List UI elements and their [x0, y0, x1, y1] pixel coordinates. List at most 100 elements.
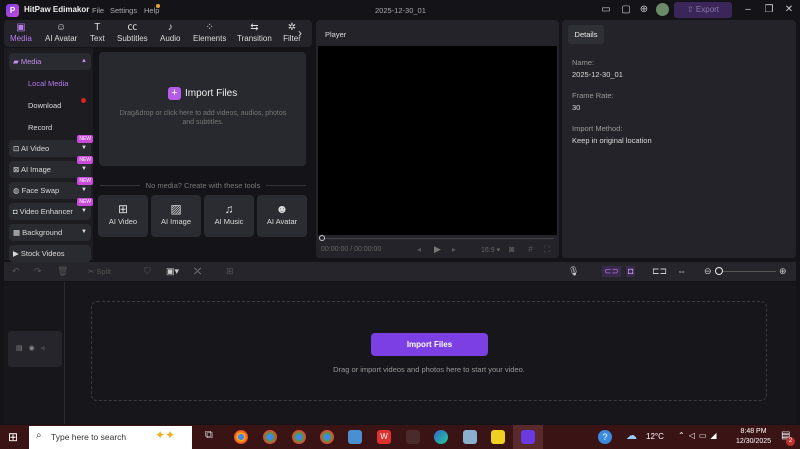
sidebar-item-download[interactable]: Download: [28, 101, 61, 110]
snapshot-icon[interactable]: ◙: [509, 244, 514, 254]
zoom-slider[interactable]: [720, 271, 776, 272]
zoom-in-icon[interactable]: ⊕: [779, 266, 787, 277]
layout-icon[interactable]: ▭: [600, 4, 612, 16]
avatar[interactable]: [656, 3, 669, 16]
split-track-icon[interactable]: ⊏⊐: [652, 266, 667, 277]
sidebar-item-stock-videos[interactable]: ▶ Stock Videos: [9, 245, 91, 262]
system-tray-icons[interactable]: ⌃◁▭◢: [678, 431, 721, 440]
audio-icon: ♪: [167, 22, 173, 33]
grid-icon[interactable]: #: [528, 244, 533, 254]
sticky-notes-icon[interactable]: [491, 430, 505, 444]
sidebar-item-face-swap[interactable]: ◍ Face Swap NEW ▼: [9, 177, 93, 199]
zoom-slider-handle[interactable]: [715, 267, 723, 275]
sidebar-label: Background: [22, 228, 63, 237]
task-view-icon[interactable]: ⧉: [205, 429, 213, 442]
sidebar-item-record[interactable]: Record: [28, 123, 52, 132]
microphone-icon[interactable]: 🎙: [568, 266, 579, 277]
tab-text[interactable]: T Text: [90, 22, 105, 43]
ai-music-tool[interactable]: ♫ AI Music: [204, 195, 254, 237]
prev-frame-icon[interactable]: ◂: [417, 245, 421, 254]
import-method-label: Import Method:: [572, 124, 623, 133]
sidebar-item-ai-video[interactable]: ⊡ AI Video NEW ▼: [9, 135, 93, 157]
play-icon[interactable]: ▶: [434, 244, 441, 255]
weather-icon[interactable]: ☁: [626, 429, 637, 442]
app-icon[interactable]: [406, 430, 420, 444]
download-red-dot: [81, 98, 86, 103]
copilot-sparkle-icon[interactable]: ✦✦: [155, 428, 175, 442]
sidebar-label: AI Video: [20, 144, 50, 153]
sidebar-label: AI Image: [20, 165, 51, 174]
chevron-up-icon: ▲: [81, 58, 87, 64]
sidebar-item-ai-image[interactable]: ⊠ AI Image NEW ▼: [9, 156, 93, 178]
snap-icon[interactable]: ◘: [626, 266, 636, 277]
ai-image-tool[interactable]: ▨ AI Image: [151, 195, 201, 237]
sidebar-item-background[interactable]: ▦ Background ▼: [9, 224, 91, 241]
aspect-ratio-value: 16:9: [481, 247, 495, 254]
import-hint: Drag&drop or click here to add videos, a…: [119, 110, 287, 126]
chrome-icon[interactable]: [234, 430, 248, 444]
wps-icon[interactable]: W: [377, 430, 391, 444]
remove-gap-icon[interactable]: ⤫: [194, 266, 201, 277]
menu-settings[interactable]: Settings: [110, 6, 137, 15]
media-icon: ▣: [16, 22, 26, 33]
sidebar-item-local-media[interactable]: Local Media: [28, 79, 68, 88]
tab-details[interactable]: Details: [568, 25, 604, 44]
clock[interactable]: 8:48 PM 12/30/2025: [736, 427, 771, 447]
playback-scrubber[interactable]: [322, 238, 554, 239]
windows-start-icon[interactable]: ⊞: [8, 430, 18, 444]
scrubber-handle[interactable]: [319, 235, 325, 241]
tab-subtitles[interactable]: ㏄ Subtitles: [117, 22, 148, 43]
tool-label: AI Avatar: [266, 217, 298, 226]
chrome-profile-icon[interactable]: [263, 430, 277, 444]
tab-audio[interactable]: ♪ Audio: [160, 22, 180, 43]
link-icon[interactable]: ⊂⊃: [602, 266, 622, 277]
import-files-title[interactable]: Import Files: [185, 88, 237, 99]
sidebar-label: Video Enhancer: [19, 207, 73, 216]
fullscreen-icon[interactable]: ⛶: [544, 244, 550, 255]
search-icon: ⌕: [36, 430, 42, 441]
next-frame-icon[interactable]: ▸: [452, 245, 456, 254]
delete-icon[interactable]: 🗑: [57, 266, 68, 277]
menu-file[interactable]: File: [92, 6, 104, 15]
chevron-down-icon: ▼: [81, 145, 87, 151]
export-button[interactable]: ⇧ Export: [674, 2, 732, 18]
marker-icon[interactable]: ⛉: [144, 266, 151, 277]
zoom-out-icon[interactable]: ⊖: [704, 266, 712, 277]
sidebar-item-media[interactable]: ▰ Media ▲: [9, 53, 91, 70]
undo-icon[interactable]: ↶: [12, 266, 20, 277]
help-icon[interactable]: ?: [598, 430, 612, 444]
split-button[interactable]: ✂ Split: [88, 266, 111, 277]
aspect-ratio-select[interactable]: 16:9 ▾: [481, 246, 500, 254]
tab-ai-avatar[interactable]: ☺ AI Avatar: [45, 22, 77, 43]
download-icon[interactable]: ⊕: [638, 4, 650, 16]
close-icon[interactable]: ✕: [783, 4, 795, 16]
ai-video-tool[interactable]: ⊞ AI Video: [98, 195, 148, 237]
timeline-import-button[interactable]: Import Files: [371, 333, 488, 356]
media-sidebar: ▰ Media ▲ Local Media Download Record ⊡ A…: [4, 48, 93, 262]
app-icon[interactable]: [463, 430, 477, 444]
fit-icon[interactable]: ⇔: [677, 266, 686, 277]
minimize-icon[interactable]: –: [742, 4, 754, 16]
track-visibility-icon[interactable]: ◉: [29, 345, 41, 352]
tab-elements[interactable]: ⁘ Elements: [193, 22, 226, 43]
track-mute-icon[interactable]: ◃: [41, 345, 51, 352]
sidebar-item-video-enhancer[interactable]: ◘ Video Enhancer NEW ▼: [9, 198, 93, 220]
redo-icon[interactable]: ↷: [34, 266, 42, 277]
temperature[interactable]: 12°C: [646, 432, 664, 441]
edge-icon[interactable]: [434, 430, 448, 444]
add-track-icon[interactable]: ⊞: [226, 266, 234, 277]
restore-icon[interactable]: ❐: [763, 4, 775, 16]
feedback-icon[interactable]: ▢: [620, 4, 632, 16]
track-lock-icon[interactable]: ▤: [16, 345, 29, 352]
chrome-profile-icon[interactable]: [292, 430, 306, 444]
plus-icon: +: [168, 87, 181, 100]
tab-media[interactable]: ▣ Media: [10, 22, 32, 43]
edimakor-taskbar-icon[interactable]: [521, 430, 535, 444]
tabs-scroll-right-icon[interactable]: ›: [298, 26, 302, 40]
chrome-profile-icon[interactable]: [320, 430, 334, 444]
app-icon[interactable]: [348, 430, 362, 444]
search-placeholder: Type here to search: [51, 432, 127, 442]
text-template-icon[interactable]: ▣▾: [166, 266, 179, 277]
ai-avatar-tool[interactable]: ☻ AI Avatar: [257, 195, 307, 237]
tab-transition[interactable]: ⇆ Transition: [237, 22, 272, 43]
